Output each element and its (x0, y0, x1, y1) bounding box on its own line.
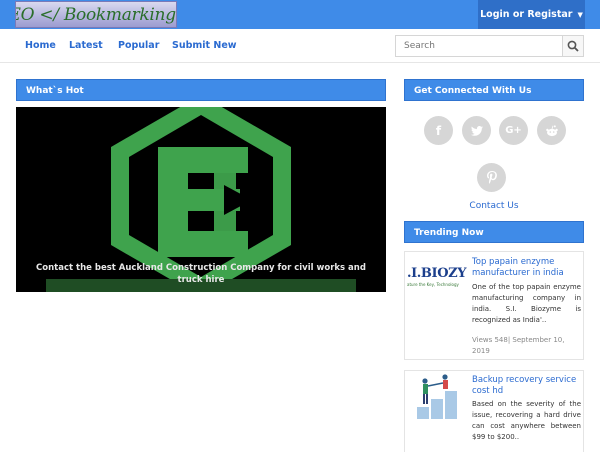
twitter-icon[interactable] (462, 116, 491, 145)
nav-item-home[interactable]: Home (25, 40, 56, 51)
trending-item-title[interactable]: Top papain enzyme manufacturer in india (472, 257, 582, 279)
caret-down-icon: ▼ (577, 10, 583, 19)
trending-item: Backup recovery service cost hd Based on… (404, 370, 584, 452)
facebook-icon[interactable]: f (424, 116, 453, 145)
twitter-bird-icon (470, 125, 483, 136)
search-icon (567, 40, 579, 52)
search-button[interactable] (562, 35, 584, 57)
pinterest-p-icon (486, 171, 497, 184)
nav-item-popular[interactable]: Popular (118, 40, 159, 51)
thumb-logo-tagline: ature the Key, Technology (407, 282, 459, 287)
featured-caption[interactable]: Contact the best Auckland Construction C… (16, 262, 386, 286)
trending-item: .I.BIOZY ature the Key, Technology Top p… (404, 251, 584, 360)
nav-item-latest[interactable]: Latest (69, 40, 103, 51)
biozyme-logo-image[interactable]: .I.BIOZY ature the Key, Technology (407, 266, 469, 302)
whats-hot-heading: What`s Hot (16, 79, 386, 101)
search-input[interactable] (395, 35, 563, 57)
thumb-logo-text: .I.BIOZY (407, 266, 467, 281)
reddit-icon[interactable] (537, 116, 566, 145)
trending-item-description: One of the top papain enzyme manufacturi… (472, 283, 581, 324)
google-plus-icon[interactable]: G+ (499, 116, 528, 145)
nav-item-submit-new[interactable]: Submit New (172, 40, 237, 51)
logo-text: SEO </ Bookmarking > (16, 4, 176, 25)
pinterest-icon[interactable] (477, 163, 506, 192)
get-connected-heading: Get Connected With Us (404, 79, 584, 101)
reddit-alien-icon (545, 124, 558, 136)
contact-us-link[interactable]: Contact Us (404, 201, 584, 211)
login-label: Login or Registar (480, 9, 573, 20)
trending-item-title[interactable]: Backup recovery service cost hd (472, 375, 582, 397)
trending-item-description: Based on the severity of the issue, reco… (472, 400, 581, 441)
trending-now-heading: Trending Now (404, 221, 584, 243)
trending-item-meta: Views 548| September 10, 2019 (472, 336, 565, 355)
login-register-button[interactable]: Login or Registar ▼ (478, 0, 585, 29)
site-logo[interactable]: SEO </ Bookmarking > (15, 1, 177, 28)
handshake-steps-image[interactable] (407, 373, 469, 419)
